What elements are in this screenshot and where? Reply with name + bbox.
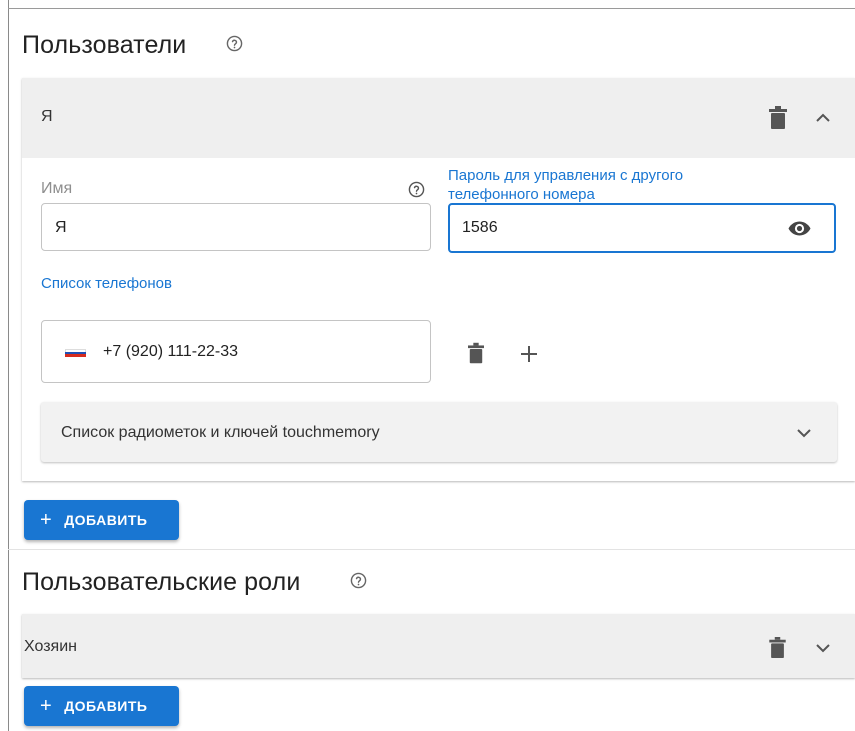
- rfid-keys-expander[interactable]: Список радиометок и ключей touchmemory: [41, 402, 837, 462]
- name-input-value: Я: [55, 219, 67, 236]
- phones-list-label: Список телефонов: [41, 275, 172, 292]
- collapse-chevron-up-icon[interactable]: [816, 113, 830, 123]
- add-phone-plus-icon[interactable]: [520, 345, 538, 363]
- delete-role-trash-icon[interactable]: [769, 637, 786, 658]
- section-divider: [8, 549, 855, 550]
- role-card[interactable]: Хозяин: [22, 614, 855, 678]
- top-border: [8, 8, 855, 9]
- roles-section-title: Пользовательские роли: [22, 568, 301, 596]
- name-input[interactable]: Я: [41, 203, 431, 251]
- password-input[interactable]: 1586: [448, 203, 836, 253]
- delete-phone-trash-icon[interactable]: [468, 342, 484, 364]
- expand-chevron-down-icon[interactable]: [797, 428, 811, 438]
- add-user-button[interactable]: + ДОБАВИТЬ: [24, 500, 179, 540]
- user-card-title: Я: [41, 108, 53, 125]
- users-settings-page: Пользователи Я Имя Я Пароль для управлен…: [0, 0, 855, 731]
- add-plus-icon: +: [40, 509, 53, 531]
- russia-flag-icon[interactable]: [65, 349, 86, 357]
- role-expand-chevron-down-icon[interactable]: [816, 643, 830, 653]
- add-role-button-label: ДОБАВИТЬ: [64, 698, 148, 714]
- left-border: [8, 0, 9, 731]
- add-role-button[interactable]: + ДОБАВИТЬ: [24, 686, 179, 726]
- password-field-label-line1: Пароль для управления с другого: [448, 167, 684, 184]
- password-input-value: 1586: [462, 219, 498, 236]
- user-card-header[interactable]: Я: [22, 78, 855, 158]
- name-help-circle-icon[interactable]: [408, 181, 425, 198]
- role-card-title: Хозяин: [24, 638, 77, 655]
- roles-help-circle-icon[interactable]: [350, 572, 367, 589]
- rfid-keys-label: Список радиометок и ключей touchmemory: [61, 424, 380, 441]
- users-section-title: Пользователи: [22, 31, 187, 59]
- phone-number-value: +7 (920) 111-22-33: [103, 343, 239, 360]
- add-role-plus-icon: +: [40, 695, 53, 717]
- password-field-label-line2: телефонного номера: [448, 186, 595, 203]
- phone-input[interactable]: +7 (920) 111-22-33: [41, 320, 431, 383]
- name-field-label: Имя: [41, 180, 73, 197]
- help-circle-icon[interactable]: [226, 35, 243, 52]
- show-password-eye-icon[interactable]: [788, 221, 811, 236]
- add-user-button-label: ДОБАВИТЬ: [64, 512, 148, 528]
- delete-user-trash-icon[interactable]: [769, 106, 787, 129]
